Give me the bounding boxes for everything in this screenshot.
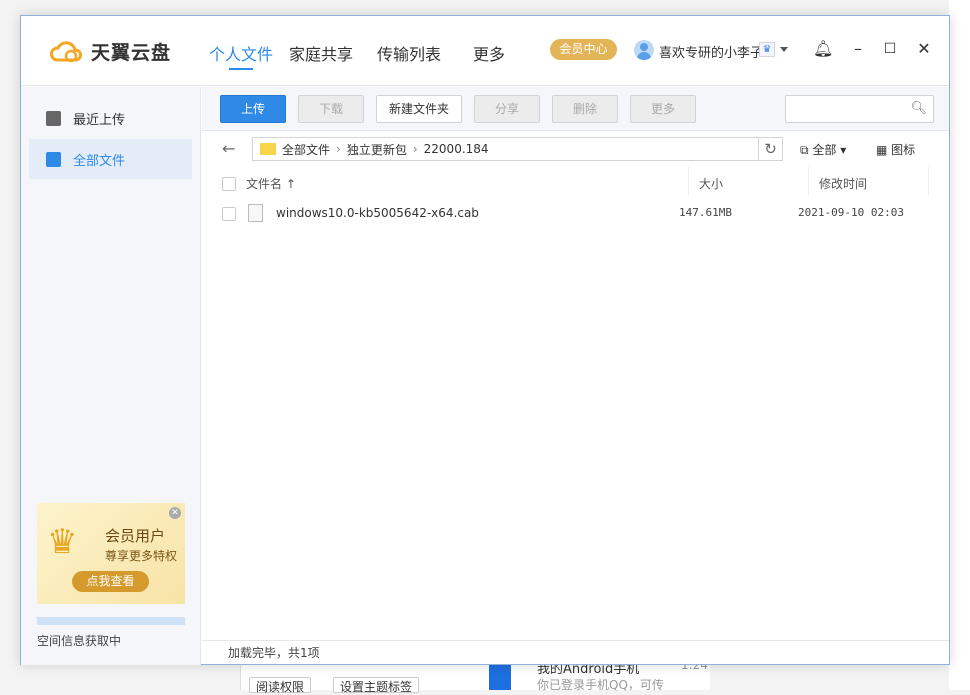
upload-button[interactable]: 上传: [220, 95, 286, 123]
breadcrumb-item[interactable]: 独立更新包: [347, 141, 407, 158]
filter-label: 全部: [812, 143, 837, 157]
background-window: [949, 0, 970, 690]
column-header-modified[interactable]: 修改时间: [819, 173, 867, 195]
sidebar-item-recent[interactable]: 最近上传: [29, 98, 192, 138]
tab-family-share[interactable]: 家庭共享: [289, 41, 353, 65]
column-divider: [688, 167, 689, 195]
search-icon[interactable]: 🔍︎: [910, 101, 927, 116]
tab-personal-files[interactable]: 个人文件: [209, 41, 273, 70]
column-divider: [928, 167, 929, 195]
column-header-size[interactable]: 大小: [699, 173, 723, 195]
view-mode-label: 图标: [891, 143, 916, 157]
app-name: 天翼云盘: [91, 42, 172, 64]
close-promo-icon[interactable]: ✕: [169, 507, 181, 519]
vip-crown-icon: ♛: [759, 42, 775, 57]
username[interactable]: 喜欢专研的小李子: [659, 42, 763, 61]
app-window: 天翼云盘 个人文件 家庭共享 传输列表 更多 会员中心 喜欢专研的小李子 ♛ 🔔…: [20, 15, 950, 665]
search-input[interactable]: 🔍︎: [785, 95, 934, 123]
bg-chip: 阅读权限: [249, 677, 312, 694]
cloud-logo-icon: [50, 40, 83, 62]
view-mode-button[interactable]: ▦ 图标: [876, 141, 915, 158]
chevron-down-icon[interactable]: [780, 47, 788, 52]
quota-text: 空间信息获取中: [37, 634, 122, 648]
sidebar: 最近上传 全部文件 ♛ 会员用户 尊享更多特权 点我查看 ✕ 空间信息获取中: [21, 87, 201, 665]
phone-icon: [489, 664, 511, 690]
column-header-name[interactable]: 文件名 ↑: [246, 173, 296, 195]
tab-more[interactable]: 更多: [473, 41, 505, 65]
refresh-icon[interactable]: ↻: [758, 138, 782, 160]
breadcrumb-item[interactable]: 全部文件: [282, 141, 330, 158]
grid-icon: ▦: [876, 143, 892, 157]
filter-dropdown[interactable]: ⧉ 全部 ▾: [800, 141, 846, 158]
promo-title: 会员用户: [105, 527, 166, 545]
promo-subtitle: 尊享更多特权: [105, 549, 178, 563]
file-icon: [248, 204, 263, 222]
sidebar-item-label: 最近上传: [73, 112, 126, 128]
avatar[interactable]: [634, 40, 654, 60]
vip-promo-banner[interactable]: ♛ 会员用户 尊享更多特权 点我查看 ✕: [37, 503, 185, 604]
main-panel: 上传 下载 新建文件夹 分享 删除 更多 🔍︎ ← 全部文件 › 独立更新包 › 2…: [202, 87, 949, 665]
maximize-icon[interactable]: ☐: [881, 40, 899, 58]
status-bar: 加载完毕，共1项: [202, 640, 949, 665]
more-button[interactable]: 更多: [630, 95, 696, 123]
download-button[interactable]: 下载: [298, 95, 364, 123]
toolbar: 上传 下载 新建文件夹 分享 删除 更多 🔍︎: [202, 87, 949, 131]
vip-center-button[interactable]: 会员中心: [550, 39, 617, 60]
logo: 天翼云盘: [49, 38, 171, 65]
folder-icon: [46, 151, 61, 167]
row-checkbox[interactable]: [222, 207, 236, 221]
sidebar-item-label: 全部文件: [73, 153, 126, 169]
background-window-bottom: 阅读权限 设置主题标签 我的Android手机 1:24 你已登录手机QQ，可传: [240, 658, 710, 694]
breadcrumb[interactable]: 全部文件 › 独立更新包 › 22000.184 ↻: [252, 137, 783, 161]
breadcrumb-item[interactable]: 22000.184: [424, 142, 489, 156]
chat-preview: 你已登录手机QQ，可传: [537, 678, 664, 692]
table-row[interactable]: windows10.0-kb5005642-x64.cab 147.61MB 2…: [202, 204, 949, 234]
tab-transfer-list[interactable]: 传输列表: [377, 41, 441, 65]
file-modified: 2021-09-10 02:03: [798, 206, 904, 219]
close-icon[interactable]: ✕: [915, 40, 933, 58]
new-folder-button[interactable]: 新建文件夹: [376, 95, 462, 123]
delete-button[interactable]: 删除: [552, 95, 618, 123]
sidebar-item-all-files[interactable]: 全部文件: [29, 139, 192, 179]
quota-bar: [37, 617, 185, 625]
bg-chip: 设置主题标签: [333, 677, 420, 694]
minimize-icon[interactable]: –: [849, 40, 867, 58]
folder-icon: [260, 143, 276, 155]
bell-icon[interactable]: 🔔︎: [813, 40, 833, 58]
header: 天翼云盘 个人文件 家庭共享 传输列表 更多 会员中心 喜欢专研的小李子 ♛ 🔔…: [21, 16, 949, 86]
file-size: 147.61MB: [679, 206, 732, 219]
promo-view-button[interactable]: 点我查看: [72, 571, 149, 592]
select-all-checkbox[interactable]: [222, 177, 236, 191]
share-button[interactable]: 分享: [474, 95, 540, 123]
back-arrow-icon[interactable]: ←: [222, 139, 235, 158]
copy-icon: ⧉: [800, 143, 813, 157]
file-name[interactable]: windows10.0-kb5005642-x64.cab: [276, 206, 479, 220]
clock-icon: [46, 110, 61, 126]
column-divider: [808, 167, 809, 195]
crown-icon: ♛: [47, 522, 78, 562]
